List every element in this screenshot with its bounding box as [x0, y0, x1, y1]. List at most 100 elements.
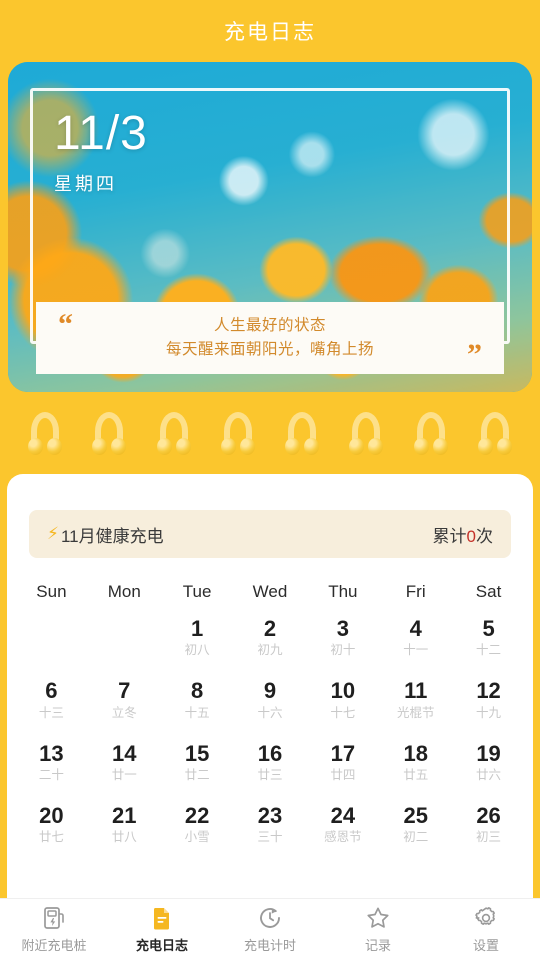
weekday-label-tue: Tue: [182, 582, 212, 601]
day-number: 24: [330, 802, 356, 828]
daily-hero-card[interactable]: 11/3 星期四 “ ” 人生最好的状态 每天醒来面朝阳光，嘴角上扬: [8, 62, 532, 392]
day-lunar-label: 二十: [38, 767, 64, 782]
page-title: 充电日志: [224, 21, 316, 44]
calendar-day-cell[interactable]: 17 廿四: [306, 741, 379, 783]
charging-station-icon: [41, 905, 67, 931]
timer-icon: [257, 905, 283, 931]
calendar-day-cell[interactable]: 14 廿一: [88, 741, 161, 783]
day-lunar-label: 初九: [257, 643, 283, 658]
day-lunar-label: 立冬: [111, 705, 137, 720]
calendar-day-cell[interactable]: 26 初三: [452, 803, 525, 845]
calendar-day-cell[interactable]: 20 廿七: [15, 803, 88, 845]
weekday-header-row: Sun Mon Tue Wed Thu Fri Sat: [7, 582, 533, 602]
calendar-day-cell[interactable]: 25 初二: [379, 803, 452, 845]
calendar-day-cell[interactable]: 6 十三: [15, 678, 88, 720]
day-number: 26: [476, 802, 501, 828]
day-lunar-label: 十一: [403, 643, 429, 658]
calendar-sheet: ⚡ 11月健康充电 累计0次 Sun Mon Tue Wed Thu Fri Sat 1 初八…: [7, 474, 533, 960]
hero-date-block: 11/3 星期四: [54, 110, 148, 196]
day-number: 18: [403, 740, 428, 766]
month-summary-banner[interactable]: ⚡ 11月健康充电 累计0次: [29, 510, 511, 558]
binding-ring: [156, 412, 191, 455]
day-lunar-label: 初十: [330, 643, 356, 658]
binding-ring: [285, 412, 320, 455]
calendar-day-cell[interactable]: 24 感恩节: [306, 803, 379, 845]
calendar-day-cell[interactable]: 12 十九: [452, 678, 525, 720]
app-header: 充电日志: [0, 0, 540, 62]
day-number: 17: [330, 740, 356, 766]
calendar-day-cell[interactable]: 23 三十: [234, 803, 307, 845]
day-lunar-label: 廿一: [111, 767, 137, 782]
calendar-day-cell[interactable]: 16 廿三: [234, 741, 307, 783]
day-lunar-label: 廿二: [184, 767, 210, 782]
tab-label: 附近充电桩: [21, 938, 87, 953]
day-number: 5: [482, 616, 495, 641]
day-lunar-label: 廿六: [476, 767, 502, 782]
spiral-binding: [0, 412, 540, 455]
weekday-label-sat: Sat: [475, 582, 502, 601]
star-icon: [365, 905, 391, 931]
day-number: 8: [191, 678, 204, 704]
day-number: 22: [184, 802, 210, 828]
calendar-day-cell[interactable]: 8 十五: [161, 678, 234, 720]
day-number: 12: [476, 678, 501, 704]
weekday-label-wed: Wed: [252, 582, 288, 601]
day-number: 21: [112, 802, 137, 828]
calendar-day-cell[interactable]: 1 初八: [161, 616, 234, 658]
binding-ring: [220, 412, 255, 455]
calendar-day-cell[interactable]: 11 光棍节: [379, 678, 452, 720]
day-lunar-label: 廿三: [257, 767, 283, 782]
day-number: 1: [191, 616, 204, 641]
calendar-day-cell[interactable]: 18 廿五: [379, 741, 452, 783]
hero-date-value: 11/3: [54, 107, 148, 160]
day-number: 19: [476, 740, 501, 766]
day-lunar-label: 光棍节: [396, 705, 435, 720]
calendar-day-cell[interactable]: 2 初九: [234, 616, 307, 658]
weekday-label-fri: Fri: [405, 582, 426, 601]
day-number: 3: [336, 616, 349, 641]
day-lunar-label: 三十: [257, 830, 283, 845]
tab-label: 充电日志: [135, 938, 188, 953]
day-number: 4: [409, 616, 422, 641]
calendar-day-cell[interactable]: 22 小雪: [161, 803, 234, 845]
quote-close-icon: ”: [467, 338, 482, 371]
calendar-day-cell[interactable]: 5 十二: [452, 616, 525, 658]
day-number: 2: [263, 616, 277, 641]
calendar-day-cell[interactable]: 10 十七: [306, 678, 379, 720]
day-lunar-label: 十三: [38, 705, 64, 720]
day-number: 20: [39, 802, 64, 828]
quote-line-2: 每天醒来面朝阳光，嘴角上扬: [165, 341, 374, 358]
calendar-day-cell[interactable]: 19 廿六: [452, 741, 525, 783]
calendar-day-cell[interactable]: 3 初十: [306, 616, 379, 658]
calendar-day-cell[interactable]: 13 二十: [15, 741, 88, 783]
tab-charging-station[interactable]: 附近充电桩: [0, 899, 108, 960]
tab-timer[interactable]: 充电计时: [216, 899, 324, 960]
month-total-prefix: 累计: [432, 526, 467, 546]
binding-ring: [28, 412, 62, 455]
tab-gear[interactable]: 设置: [432, 899, 540, 960]
month-summary-left: ⚡ 11月健康充电: [47, 522, 164, 547]
tab-document[interactable]: 充电日志: [108, 899, 216, 960]
weekday-label-thu: Thu: [328, 582, 358, 601]
day-lunar-label: 廿五: [403, 767, 429, 782]
calendar-day-cell[interactable]: 9 十六: [234, 678, 307, 720]
bottom-tab-bar: 附近充电桩 充电日志 充电计时 记录 设置: [0, 898, 540, 960]
quote-open-icon: “: [58, 308, 73, 341]
calendar-day-cell[interactable]: 7 立冬: [88, 678, 161, 720]
day-number: 9: [263, 678, 277, 704]
calendar-cell-empty: [15, 616, 88, 658]
day-lunar-label: 廿七: [38, 830, 64, 845]
day-number: 15: [184, 740, 210, 766]
day-lunar-label: 廿四: [330, 767, 356, 782]
calendar-day-cell[interactable]: 4 十一: [379, 616, 452, 658]
month-total-count: 0: [466, 526, 476, 546]
day-number: 23: [257, 802, 283, 828]
tab-star[interactable]: 记录: [324, 899, 432, 960]
binding-ring: [477, 412, 512, 455]
tab-label: 充电计时: [243, 938, 296, 953]
weekday-label-sun: Sun: [36, 582, 67, 601]
calendar-day-cell[interactable]: 21 廿八: [88, 803, 161, 845]
daily-quote-card: “ ” 人生最好的状态 每天醒来面朝阳光，嘴角上扬: [36, 302, 504, 374]
day-lunar-label: 十二: [476, 643, 502, 658]
calendar-day-cell[interactable]: 15 廿二: [161, 741, 234, 783]
